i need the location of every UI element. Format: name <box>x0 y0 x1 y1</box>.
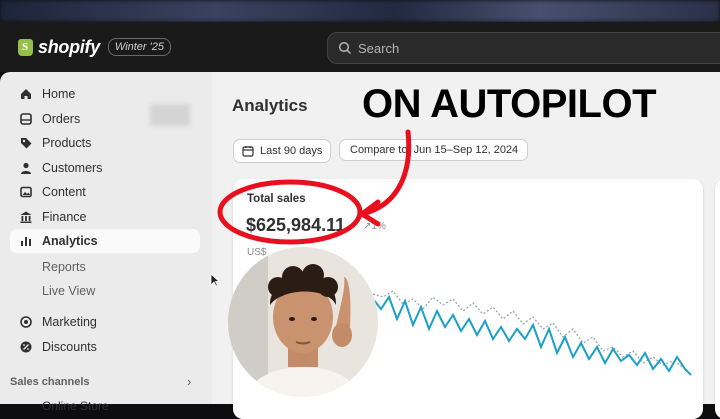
sidebar-item-label: Finance <box>42 210 87 224</box>
sidebar-item-analytics[interactable]: Analytics <box>10 229 200 253</box>
sidebar-item-finance[interactable]: Finance <box>10 205 200 229</box>
sales-channels-heading: Sales channels <box>10 376 90 388</box>
sidebar-item-label: Discounts <box>42 340 97 354</box>
background-blur <box>0 0 720 22</box>
sidebar-item-products[interactable]: Products <box>10 131 200 155</box>
sidebar-item-label: Customers <box>42 161 103 175</box>
sidebar-item-marketing[interactable]: Marketing <box>10 310 200 334</box>
orders-icon <box>20 113 32 125</box>
sidebar-item-label: Content <box>42 185 86 199</box>
secondary-card <box>715 179 720 419</box>
shopify-logo[interactable]: shopify Winter '25 <box>18 37 171 58</box>
search-icon <box>338 41 352 55</box>
mouse-cursor-icon <box>210 273 220 287</box>
page-title: Analytics <box>232 96 308 115</box>
tag-icon <box>21 138 32 149</box>
version-badge: Winter '25 <box>107 38 171 56</box>
sidebar-item-orders[interactable]: Orders <box>10 107 200 131</box>
chevron-right-icon[interactable]: › <box>187 374 191 389</box>
content-icon <box>20 186 32 198</box>
compare-button[interactable]: Compare to: Jun 15–Sep 12, 2024 <box>339 139 528 161</box>
date-range-button[interactable]: Last 90 days <box>233 139 331 163</box>
sidebar-item-label: Orders <box>42 112 81 126</box>
target-icon <box>20 316 32 328</box>
sidebar-item-discounts[interactable]: Discounts <box>10 335 200 359</box>
search-placeholder: Search <box>358 40 400 56</box>
sidebar-item-content[interactable]: Content <box>10 180 200 204</box>
home-icon <box>21 89 31 99</box>
presenter-avatar <box>228 247 378 397</box>
top-bar: shopify Winter '25 Search <box>0 22 720 72</box>
compare-label: Compare to: Jun 15–Sep 12, 2024 <box>350 144 519 156</box>
sidebar-item-label: Marketing <box>42 315 97 329</box>
previous-period-line <box>372 290 684 368</box>
sidebar-item-label: Home <box>42 87 76 101</box>
sidebar-item-home[interactable]: Home <box>10 82 200 106</box>
sidebar: Home Orders Products Customers Content F… <box>0 72 212 413</box>
bank-icon <box>20 211 32 223</box>
date-range-label: Last 90 days <box>260 145 323 157</box>
sidebar-item-label: Products <box>42 136 92 150</box>
person-icon <box>21 162 31 174</box>
sidebar-item-customers[interactable]: Customers <box>10 156 200 180</box>
logo-text: shopify <box>38 36 100 57</box>
bar-chart-icon <box>21 237 31 246</box>
search-input[interactable]: Search <box>327 32 720 64</box>
overlay-title: ON AUTOPILOT <box>362 82 657 126</box>
sidebar-item-reports[interactable]: Reports <box>42 260 86 274</box>
shopify-bag-icon <box>18 38 33 56</box>
person-illustration <box>228 247 378 397</box>
sidebar-item-label: Analytics <box>42 234 98 248</box>
discount-icon <box>20 341 32 353</box>
calendar-icon <box>242 146 254 157</box>
sidebar-item-live-view[interactable]: Live View <box>42 284 95 298</box>
sidebar-item-online-store[interactable]: Online Store <box>42 399 109 413</box>
